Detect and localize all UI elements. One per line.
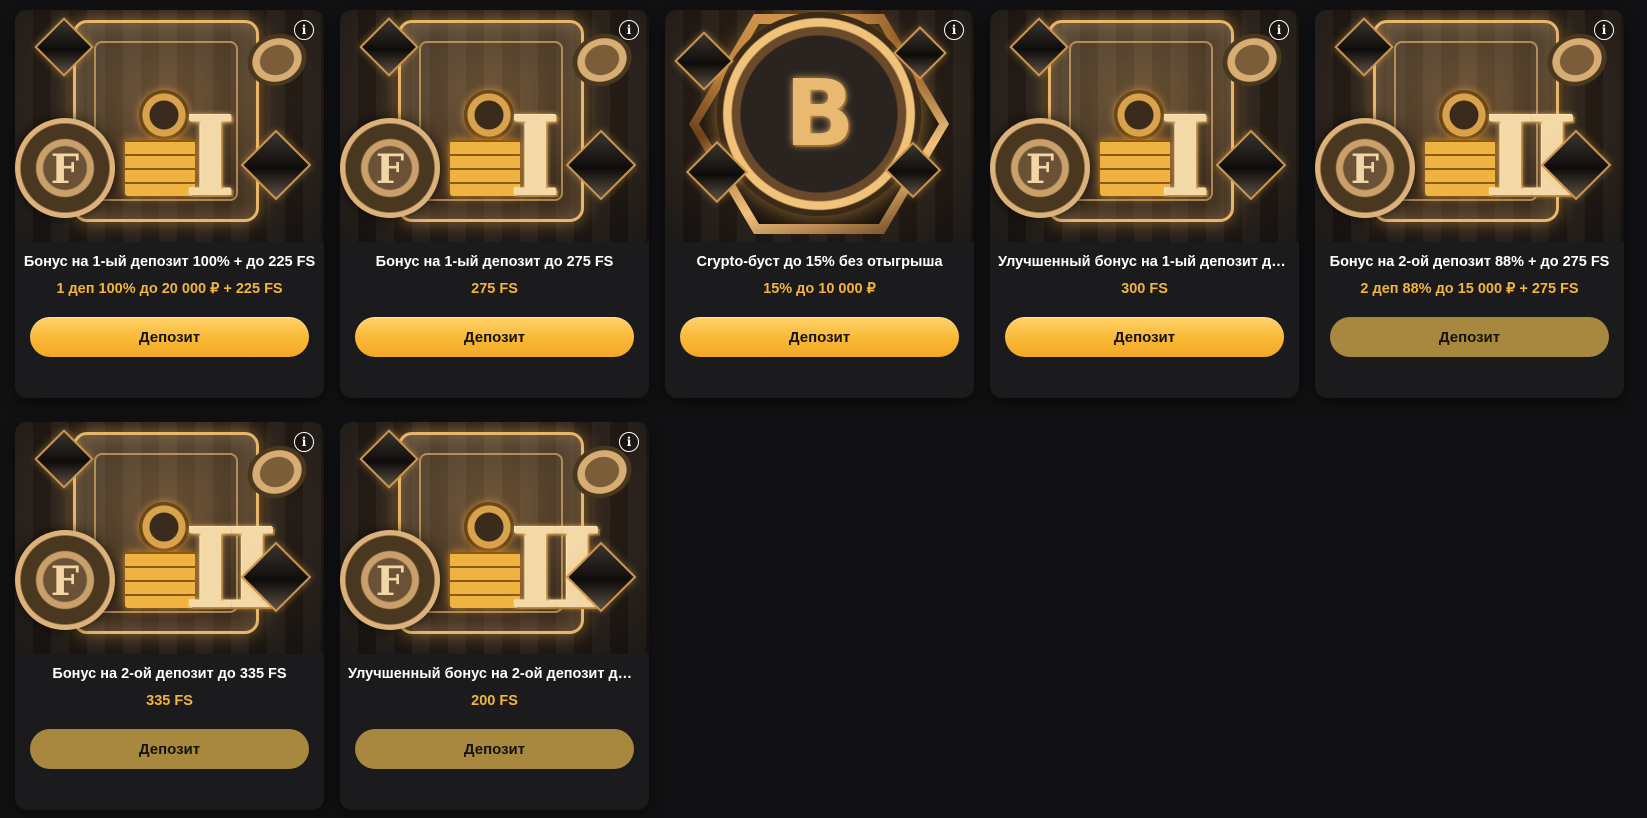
deposit-button[interactable]: Депозит xyxy=(30,317,309,357)
deposit-button[interactable]: Депозит xyxy=(30,729,309,769)
lock-dial-illustration xyxy=(139,90,189,140)
bonus-art-vault: II i xyxy=(340,422,649,654)
bonus-title: Бонус на 1-ый депозит до 275 FS xyxy=(375,254,614,270)
bonus-art-vault: I i xyxy=(990,10,1299,242)
bonus-card[interactable]: I i Бонус на 1-ый депозит до 275 FS 275 … xyxy=(340,10,649,398)
bonus-card[interactable]: II i Бонус на 2-ой депозит до 335 FS 335… xyxy=(15,422,324,810)
info-icon[interactable]: i xyxy=(1594,20,1614,40)
bonus-title: Улучшенный бонус на 2-ой депозит до ... xyxy=(348,666,641,682)
deposit-button[interactable]: Депозит xyxy=(355,729,634,769)
bonus-card[interactable]: B i Crypto-буст до 15% без отыгрыша 15% … xyxy=(665,10,974,398)
casino-chip-illustration xyxy=(15,118,115,218)
bonus-card[interactable]: II i Бонус на 2-ой депозит 88% + до 275 … xyxy=(1315,10,1624,398)
lock-dial-illustration xyxy=(1114,90,1164,140)
info-icon[interactable]: i xyxy=(619,432,639,452)
bonus-title: Бонус на 1-ый депозит 100% + до 225 FS xyxy=(23,254,316,270)
bonus-subtitle: 275 FS xyxy=(471,281,518,297)
info-icon[interactable]: i xyxy=(944,20,964,40)
bonus-art-vault: II i xyxy=(1315,10,1624,242)
bonus-subtitle: 300 FS xyxy=(1121,281,1168,297)
bonus-art-bitcoin: B i xyxy=(665,10,974,242)
bonus-card[interactable]: I i Бонус на 1-ый депозит 100% + до 225 … xyxy=(15,10,324,398)
bonus-card[interactable]: II i Улучшенный бонус на 2-ой депозит до… xyxy=(340,422,649,810)
casino-chip-illustration xyxy=(1315,118,1415,218)
deposit-button[interactable]: Депозит xyxy=(1005,317,1284,357)
bonus-subtitle: 200 FS xyxy=(471,693,518,709)
info-icon[interactable]: i xyxy=(294,20,314,40)
bonus-title: Crypto-буст до 15% без отыгрыша xyxy=(696,254,943,270)
bonus-title: Улучшенный бонус на 1-ый депозит до ... xyxy=(998,254,1291,270)
info-icon[interactable]: i xyxy=(1269,20,1289,40)
lock-dial-illustration xyxy=(139,502,189,552)
roman-numeral: I xyxy=(185,92,237,221)
roman-numeral: I xyxy=(510,92,562,221)
bonus-card[interactable]: I i Улучшенный бонус на 1-ый депозит до … xyxy=(990,10,1299,398)
bonus-art-vault: II i xyxy=(15,422,324,654)
lock-dial-illustration xyxy=(464,90,514,140)
casino-chip-illustration xyxy=(340,118,440,218)
bonus-subtitle: 1 деп 100% до 20 000 ₽ + 225 FS xyxy=(56,281,283,297)
roman-numeral: I xyxy=(1160,92,1212,221)
bonus-subtitle: 15% до 10 000 ₽ xyxy=(763,281,876,297)
info-icon[interactable]: i xyxy=(619,20,639,40)
info-icon[interactable]: i xyxy=(294,432,314,452)
casino-chip-illustration xyxy=(340,530,440,630)
deposit-button[interactable]: Депозит xyxy=(355,317,634,357)
bonus-subtitle: 335 FS xyxy=(146,693,193,709)
lock-dial-illustration xyxy=(464,502,514,552)
casino-chip-illustration xyxy=(990,118,1090,218)
casino-chip-illustration xyxy=(15,530,115,630)
bonus-grid: I i Бонус на 1-ый депозит 100% + до 225 … xyxy=(15,10,1624,810)
bonus-subtitle: 2 деп 88% до 15 000 ₽ + 275 FS xyxy=(1360,281,1579,297)
deposit-button[interactable]: Депозит xyxy=(1330,317,1609,357)
bonus-title: Бонус на 2-ой депозит 88% + до 275 FS xyxy=(1329,254,1610,270)
deposit-button[interactable]: Депозит xyxy=(680,317,959,357)
bonus-title: Бонус на 2-ой депозит до 335 FS xyxy=(52,666,287,682)
lock-dial-illustration xyxy=(1439,90,1489,140)
bonus-art-vault: I i xyxy=(15,10,324,242)
bonus-art-vault: I i xyxy=(340,10,649,242)
